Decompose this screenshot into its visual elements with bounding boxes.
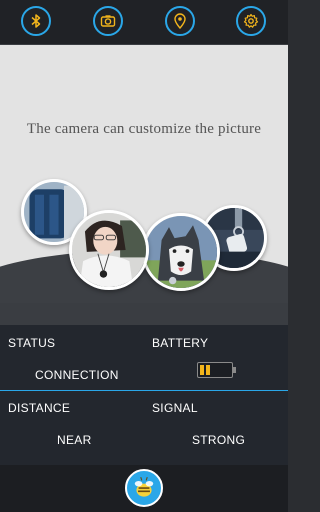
home-bee-button[interactable] [125,469,163,507]
distance-label: DISTANCE [8,401,71,415]
status-label: STATUS [8,336,56,350]
camera-icon [100,15,116,27]
battery-fill [200,365,210,375]
location-button[interactable] [165,6,195,36]
battery-indicator [197,362,233,378]
battery-label: BATTERY [152,336,209,350]
hero-dark-band [0,303,288,325]
bluetooth-icon [31,14,41,28]
distance-value: NEAR [57,433,92,447]
section-divider [0,390,288,391]
image-woman [69,210,149,290]
hero-banner: The camera can customize the picture [0,45,288,325]
bluetooth-button[interactable] [21,6,51,36]
top-toolbar [0,0,288,45]
bee-logo-icon [134,476,154,497]
battery-bar [206,365,210,375]
location-pin-icon [174,13,186,29]
camera-button[interactable] [93,6,123,36]
signal-label: SIGNAL [152,401,198,415]
gear-icon [243,13,259,28]
status-value: CONNECTION [35,368,119,382]
battery-bar [200,365,204,375]
battery-cap [233,367,236,373]
hero-caption: The camera can customize the picture [26,121,262,137]
settings-button[interactable] [236,6,266,36]
image-husky [142,213,220,291]
signal-value: STRONG [192,433,246,447]
